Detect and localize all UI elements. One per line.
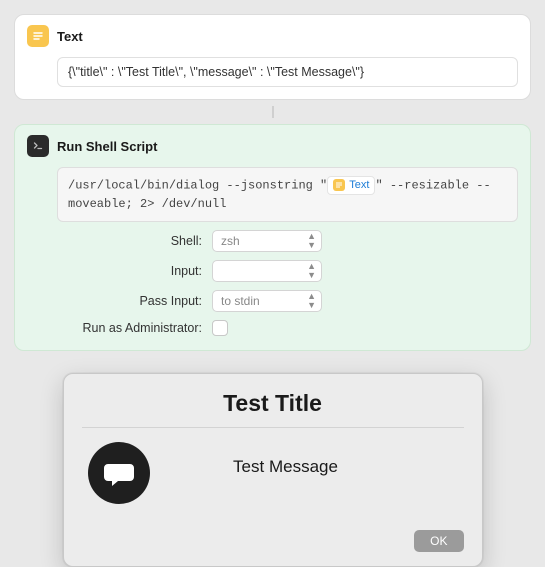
- updown-icon: ▲▼: [307, 292, 315, 310]
- connector-line: [272, 106, 274, 118]
- input-row: Input: ▲▼: [27, 260, 518, 282]
- shell-script-input[interactable]: /usr/local/bin/dialog --jsonstring " Text…: [57, 167, 518, 222]
- admin-row: Run as Administrator:: [27, 320, 518, 336]
- text-action-icon: [27, 25, 49, 47]
- text-variable-token[interactable]: Text: [327, 176, 375, 195]
- passinput-select[interactable]: to stdin ▲▼: [212, 290, 322, 312]
- admin-label: Run as Administrator:: [27, 321, 202, 335]
- passinput-row: Pass Input: to stdin ▲▼: [27, 290, 518, 312]
- passinput-value: to stdin: [221, 294, 260, 308]
- shell-select[interactable]: zsh ▲▼: [212, 230, 322, 252]
- text-token-icon: [333, 179, 345, 191]
- shell-row: Shell: zsh ▲▼: [27, 230, 518, 252]
- dialog-body: Test Message: [82, 442, 464, 530]
- shell-label: Shell:: [27, 234, 202, 248]
- text-action-card: Text {\"title\" : \"Test Title\", \"mess…: [14, 14, 531, 100]
- script-text-pre: /usr/local/bin/dialog --jsonstring ": [68, 178, 327, 192]
- dialog-message: Test Message: [168, 457, 464, 477]
- updown-icon: ▲▼: [307, 262, 315, 280]
- text-action-value[interactable]: {\"title\" : \"Test Title\", \"message\"…: [57, 57, 518, 87]
- shell-action-card: Run Shell Script /usr/local/bin/dialog -…: [14, 124, 531, 351]
- updown-icon: ▲▼: [307, 232, 315, 250]
- text-token-label: Text: [349, 177, 369, 194]
- dialog-title: Test Title: [82, 390, 464, 428]
- shell-action-title: Run Shell Script: [57, 139, 157, 154]
- admin-checkbox[interactable]: [212, 320, 228, 336]
- ok-button[interactable]: OK: [414, 530, 463, 552]
- input-select[interactable]: ▲▼: [212, 260, 322, 282]
- dialog-footer: OK: [82, 530, 464, 552]
- shell-value: zsh: [221, 234, 240, 248]
- text-action-title: Text: [57, 29, 83, 44]
- input-label: Input:: [27, 264, 202, 278]
- dialog-window: Test Title Test Message OK: [63, 373, 483, 567]
- shell-action-header: Run Shell Script: [27, 135, 518, 157]
- terminal-icon: [27, 135, 49, 157]
- speech-bubble-icon: [88, 442, 150, 504]
- passinput-label: Pass Input:: [27, 294, 202, 308]
- text-action-header: Text: [27, 25, 518, 47]
